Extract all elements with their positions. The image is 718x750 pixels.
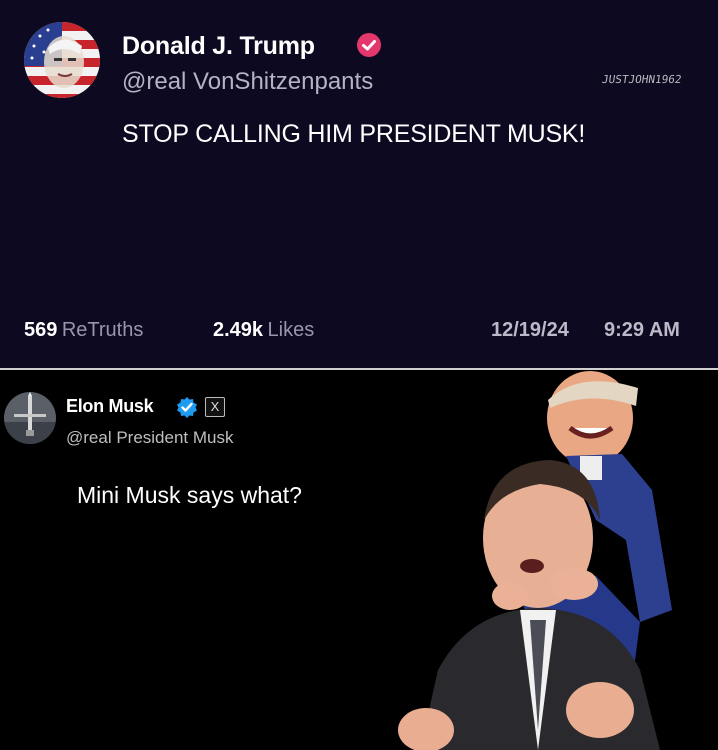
x-logo-icon: X bbox=[205, 397, 225, 417]
likes-count[interactable]: 2.49k Likes bbox=[213, 319, 314, 342]
post-text: Mini Musk says what? bbox=[77, 482, 302, 508]
meme-photo-image bbox=[398, 371, 672, 750]
user-handle[interactable]: @real VonShitzenpants bbox=[122, 68, 373, 96]
x-post: Elon Musk X @real President Musk Mini Mu… bbox=[0, 370, 718, 750]
retruths-number: 569 bbox=[24, 319, 58, 341]
verified-badge-icon bbox=[177, 397, 197, 418]
avatar[interactable] bbox=[4, 392, 56, 444]
rocket-avatar-image bbox=[4, 392, 56, 444]
avatar[interactable] bbox=[24, 22, 100, 98]
verified-badge-icon bbox=[357, 33, 381, 57]
post-time: 9:29 AM bbox=[604, 319, 680, 341]
watermark: JUSTJOHN1962 bbox=[601, 73, 683, 86]
retruths-count[interactable]: 569 ReTruths bbox=[24, 319, 143, 342]
display-name[interactable]: Donald J. Trump bbox=[122, 32, 315, 61]
likes-label: Likes bbox=[267, 319, 315, 341]
display-name[interactable]: Elon Musk bbox=[66, 396, 154, 417]
likes-number: 2.49k bbox=[213, 319, 264, 341]
truth-post: Donald J. Trump @real VonShitzenpants JU… bbox=[0, 0, 718, 368]
post-text: STOP CALLING HIM PRESIDENT MUSK! bbox=[122, 120, 586, 148]
flag-portrait-avatar-image bbox=[24, 22, 100, 98]
retruths-label: ReTruths bbox=[61, 319, 144, 341]
user-handle[interactable]: @real President Musk bbox=[66, 428, 234, 448]
post-date: 12/19/24 bbox=[491, 319, 569, 341]
